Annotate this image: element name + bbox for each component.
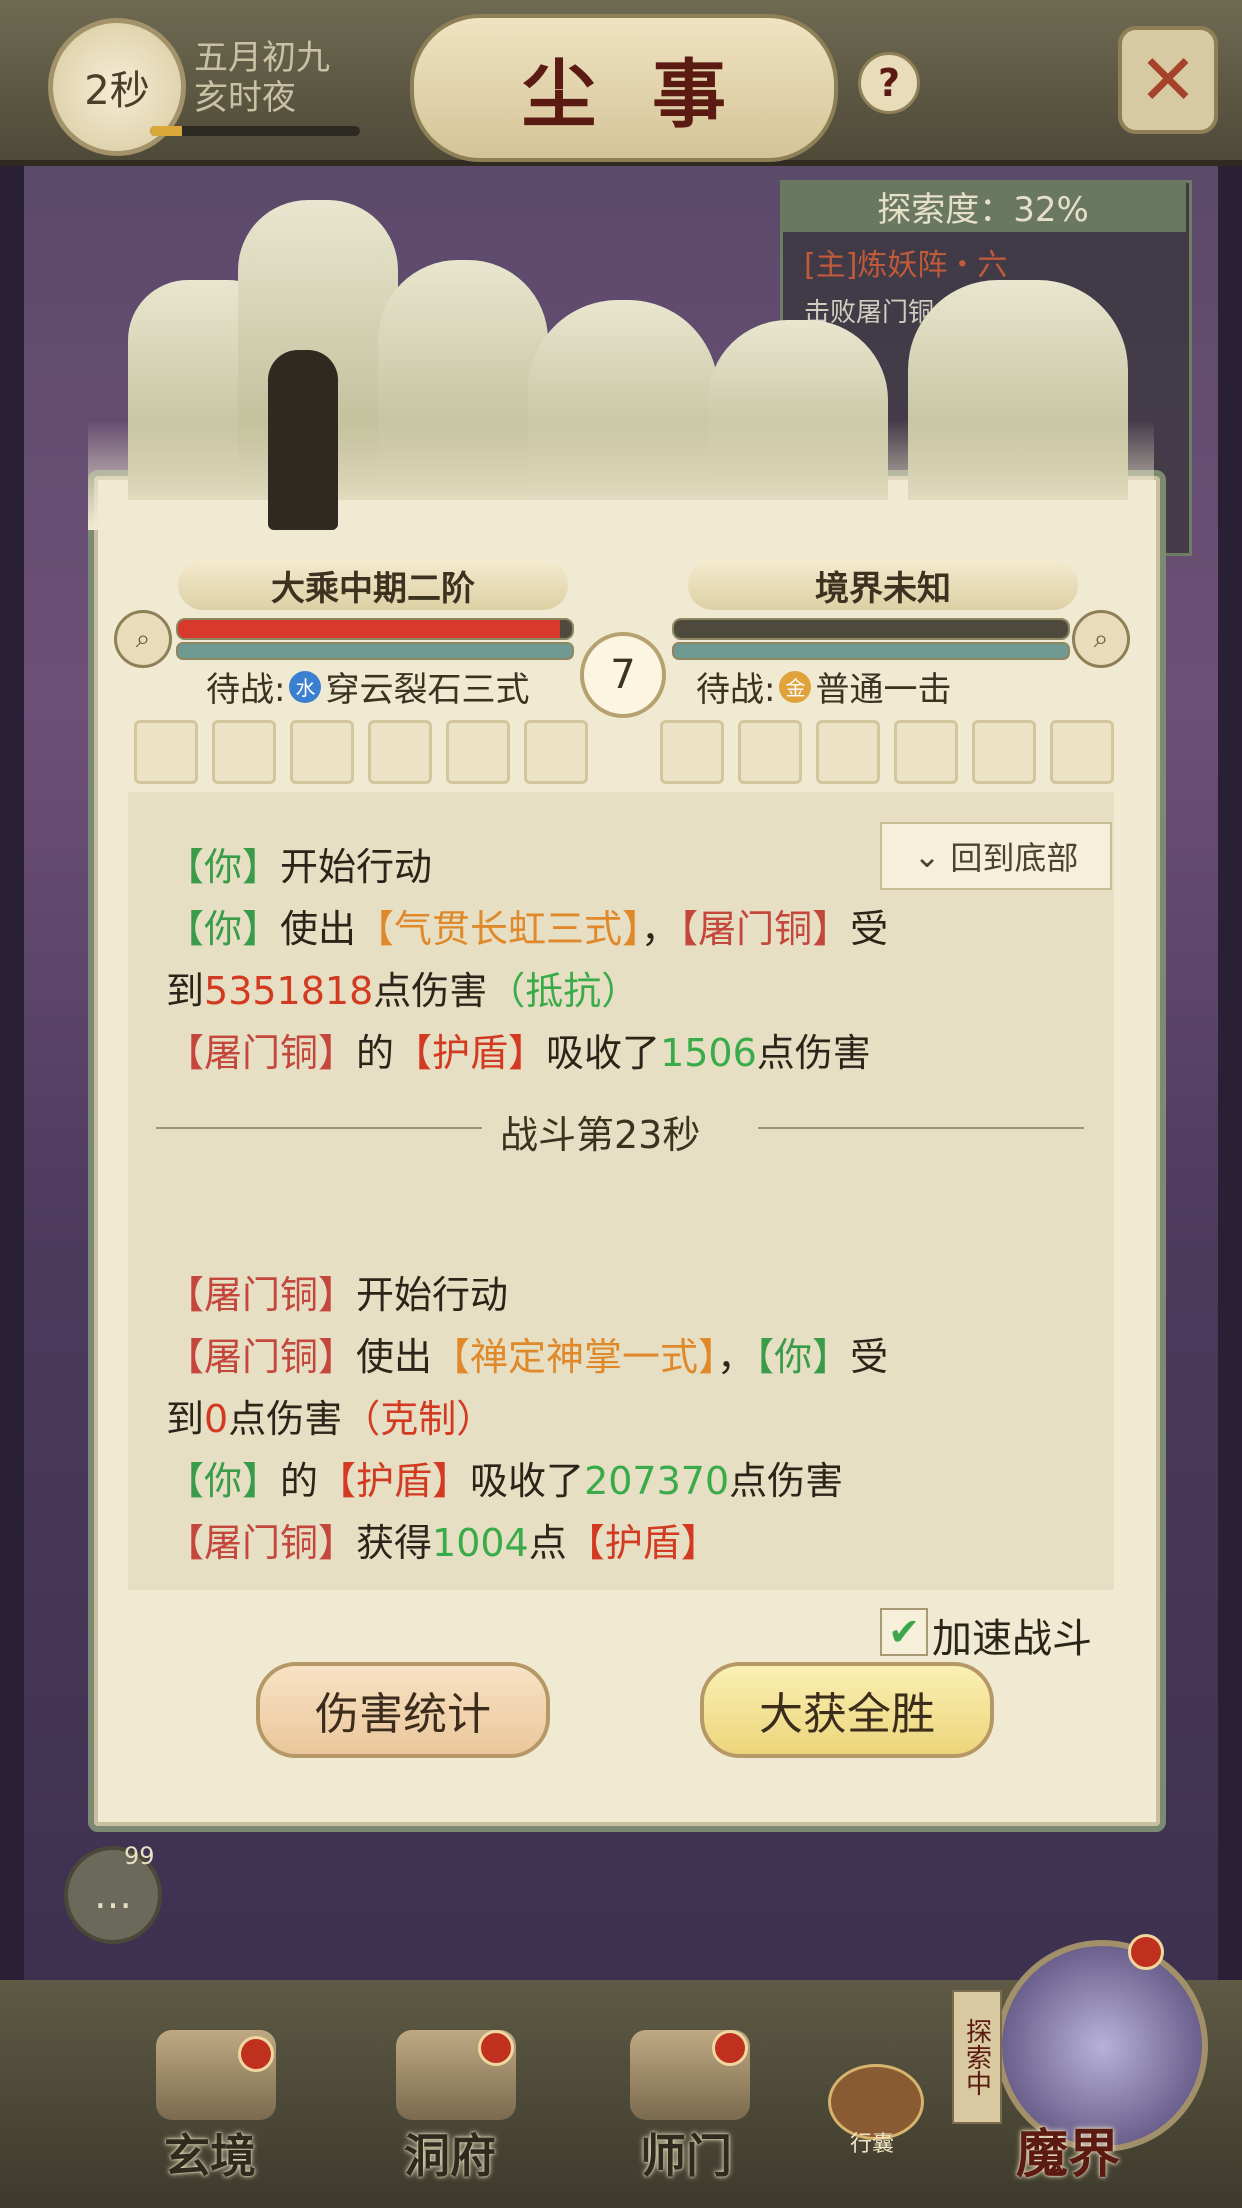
nav-item-mojie[interactable]: 魔界 <box>1016 2112 1120 2187</box>
damage-stats-button[interactable]: 伤害统计 <box>256 1662 550 1758</box>
player-skill-slot[interactable] <box>524 720 588 784</box>
player-skill-slot[interactable] <box>290 720 354 784</box>
chevron-down-icon: ⌄ <box>913 837 941 875</box>
enemy-mp-bar <box>672 642 1070 660</box>
notification-dot <box>712 2030 748 2066</box>
enemy-realm: 境界未知 <box>688 560 1078 610</box>
speed-battle-checkbox[interactable]: ✔ <box>880 1608 928 1656</box>
chat-count-badge: 99 <box>124 1842 155 1870</box>
time-progress-bar <box>150 126 360 136</box>
notification-dot <box>1128 1934 1164 1970</box>
nav-item-xuanjing[interactable]: 玄境 <box>164 2120 256 2186</box>
log-line: 【你】开始行动 <box>166 845 433 889</box>
log-line: 【屠门铜】获得1004点【护盾】 <box>166 1521 719 1565</box>
enemy-pending-skill: 待战: 金 普通一击 <box>696 662 951 711</box>
player-skill-slot[interactable] <box>368 720 432 784</box>
time-progress-fill <box>150 126 182 136</box>
enemy-hp-fill <box>674 620 1068 638</box>
log-line: 【你】使出【气贯长虹三式】，【屠门铜】受 <box>166 907 889 951</box>
enemy-skill-slot[interactable] <box>816 720 880 784</box>
exploring-tag: 探索中 <box>952 1990 1002 2124</box>
help-button[interactable]: ? <box>858 52 920 114</box>
player-realm: 大乘中期二阶 <box>178 560 568 610</box>
back-to-bottom-label: 回到底部 <box>950 839 1079 877</box>
player-skill-name: 穿云裂石三式 <box>325 670 530 710</box>
wait-label: 待战: <box>696 670 776 710</box>
log-line: 到5351818点伤害（抵抗） <box>166 969 640 1013</box>
log-line: 到0点伤害（克制） <box>166 1397 495 1441</box>
nav-item-dongfu[interactable]: 洞府 <box>404 2120 496 2186</box>
log-line: 【屠门铜】的【护盾】吸收了1506点伤害 <box>166 1031 871 1075</box>
game-time: 亥时夜 <box>194 78 296 118</box>
divider <box>156 1127 482 1129</box>
player-pending-skill: 待战: 水 穿云裂石三式 <box>206 662 529 711</box>
divider <box>758 1127 1084 1129</box>
battle-log[interactable]: 【你】开始行动 【你】使出【气贯长虹三式】，【屠门铜】受 到5351818点伤害… <box>128 792 1114 1590</box>
player-hp-fill <box>178 620 561 638</box>
notification-dot <box>478 2030 514 2066</box>
page-title: 尘事 <box>522 51 782 138</box>
water-element-icon: 水 <box>289 670 322 703</box>
player-inspect-icon[interactable]: ⌕ <box>114 610 172 668</box>
round-separator: 战斗第23秒 <box>500 1113 701 1157</box>
log-line: 【屠门铜】使出【禅定神掌一式】，【你】受 <box>166 1335 889 1379</box>
player-skill-slot[interactable] <box>212 720 276 784</box>
enemy-skill-slot[interactable] <box>738 720 802 784</box>
back-to-bottom-button[interactable]: ⌄ 回到底部 <box>880 822 1112 890</box>
player-mp-bar <box>176 642 574 660</box>
wait-label: 待战: <box>206 670 286 710</box>
enemy-skill-slot[interactable] <box>894 720 958 784</box>
enemy-skill-name: 普通一击 <box>815 670 952 710</box>
gold-element-icon: 金 <box>779 670 812 703</box>
enemy-inspect-icon[interactable]: ⌕ <box>1072 610 1130 668</box>
player-hp-bar <box>176 618 574 640</box>
close-button[interactable]: ✕ <box>1118 26 1218 134</box>
player-skill-slot[interactable] <box>134 720 198 784</box>
enemy-hp-bar <box>672 618 1070 640</box>
nav-item-bag[interactable]: 行囊 <box>850 2126 894 2158</box>
round-counter: 7 <box>580 632 666 718</box>
mountain-scenery <box>88 170 1154 530</box>
victory-button[interactable]: 大获全胜 <box>700 1662 994 1758</box>
enemy-skill-slot[interactable] <box>1050 720 1114 784</box>
enemy-skill-slot[interactable] <box>660 720 724 784</box>
enemy-skill-slot[interactable] <box>972 720 1036 784</box>
player-skill-slot[interactable] <box>446 720 510 784</box>
title-banner: 尘事 <box>410 14 838 162</box>
speed-battle-label[interactable]: 加速战斗 <box>932 1606 1092 1664</box>
log-line: 【屠门铜】开始行动 <box>166 1273 509 1317</box>
notification-dot <box>238 2036 274 2072</box>
player-silhouette <box>268 350 338 530</box>
nav-item-shimen[interactable]: 师门 <box>640 2120 732 2186</box>
log-line: 【你】的【护盾】吸收了207370点伤害 <box>166 1459 844 1503</box>
